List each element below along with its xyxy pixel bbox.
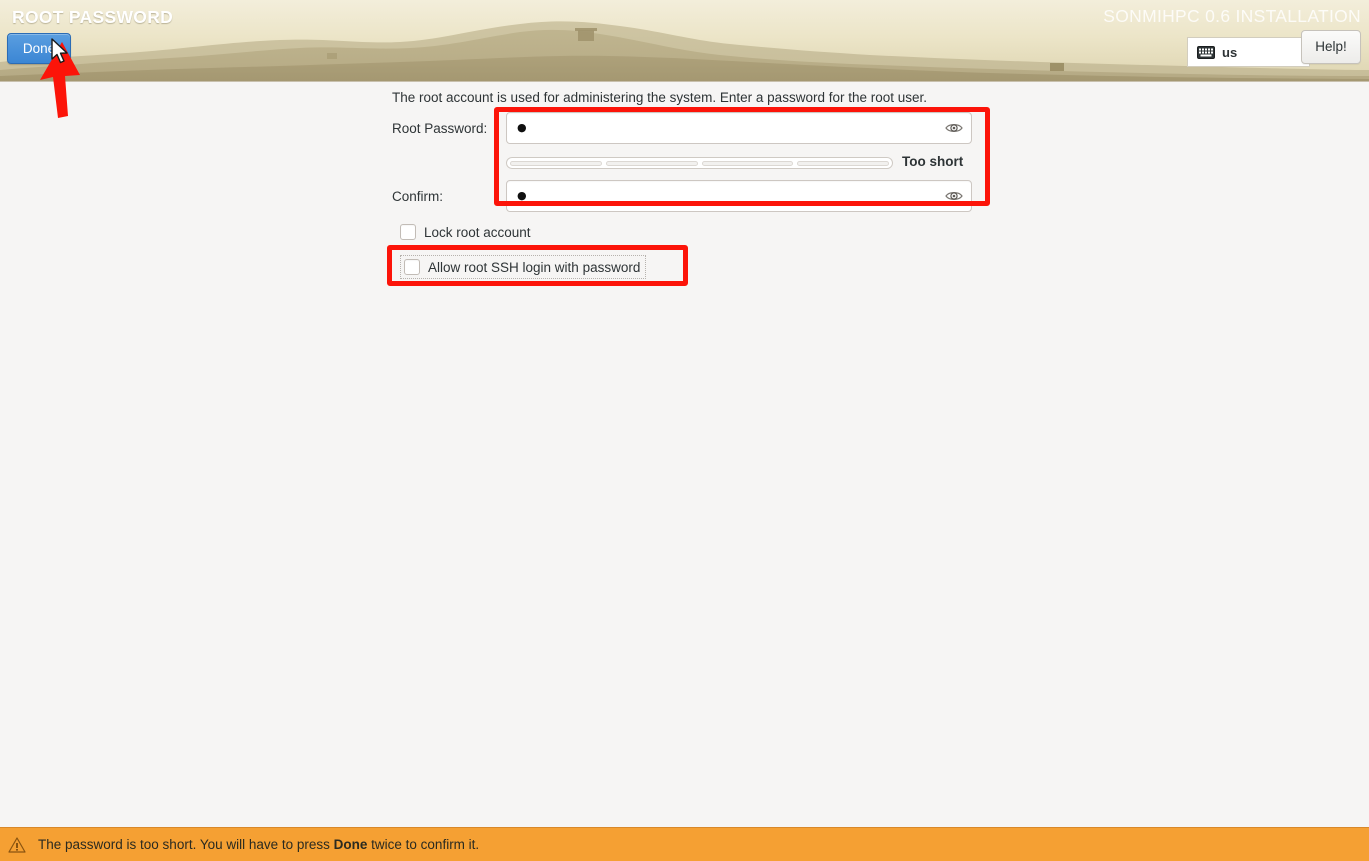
confirm-password-input[interactable]: ● [506,180,972,212]
help-button[interactable]: Help! [1301,30,1361,64]
status-message: The password is too short. You will have… [38,837,479,852]
strength-level-bar [506,157,893,169]
root-password-label: Root Password: [392,121,488,136]
page-title: ROOT PASSWORD [12,7,174,27]
done-button[interactable]: Done [7,33,71,64]
checkbox-label: Lock root account [424,224,531,240]
checkbox-label: Allow root SSH login with password [428,259,641,275]
checkbox-lock-root-account[interactable]: Lock root account [400,224,531,240]
status-message-prefix: The password is too short. You will have… [38,837,334,852]
header-bar: ROOT PASSWORD SONMIHPC 0.6 INSTALLATION … [0,0,1369,82]
status-message-suffix: twice to confirm it. [367,837,480,852]
eye-icon[interactable] [943,186,965,206]
strength-segment [797,160,889,166]
status-message-emphasis: Done [333,837,368,852]
strength-segment [701,160,794,166]
checkbox-box[interactable] [400,224,416,240]
intro-description: The root account is used for administeri… [392,90,928,105]
keyboard-layout-indicator[interactable]: us [1187,37,1310,67]
strength-label: Too short [902,154,964,169]
strength-segment [605,160,698,166]
strength-segment [510,160,602,166]
keyboard-layout-label: us [1222,44,1238,60]
root-password-value: ● [517,121,529,134]
installer-window: ROOT PASSWORD SONMIHPC 0.6 INSTALLATION … [0,0,1369,861]
checkbox-box[interactable] [404,259,420,275]
eye-icon[interactable] [943,118,965,138]
status-warning-bar: The password is too short. You will have… [0,827,1369,861]
main-content: The root account is used for administeri… [0,82,1369,827]
product-title: SONMIHPC 0.6 INSTALLATION [1103,6,1361,26]
password-strength-meter: Too short [506,154,972,172]
warning-triangle-icon [8,836,26,854]
keyboard-icon [1197,45,1215,59]
root-password-input[interactable]: ● [506,112,972,144]
checkbox-allow-root-ssh[interactable]: Allow root SSH login with password [400,255,647,279]
confirm-password-value: ● [517,189,529,202]
confirm-password-label: Confirm: [392,189,444,204]
